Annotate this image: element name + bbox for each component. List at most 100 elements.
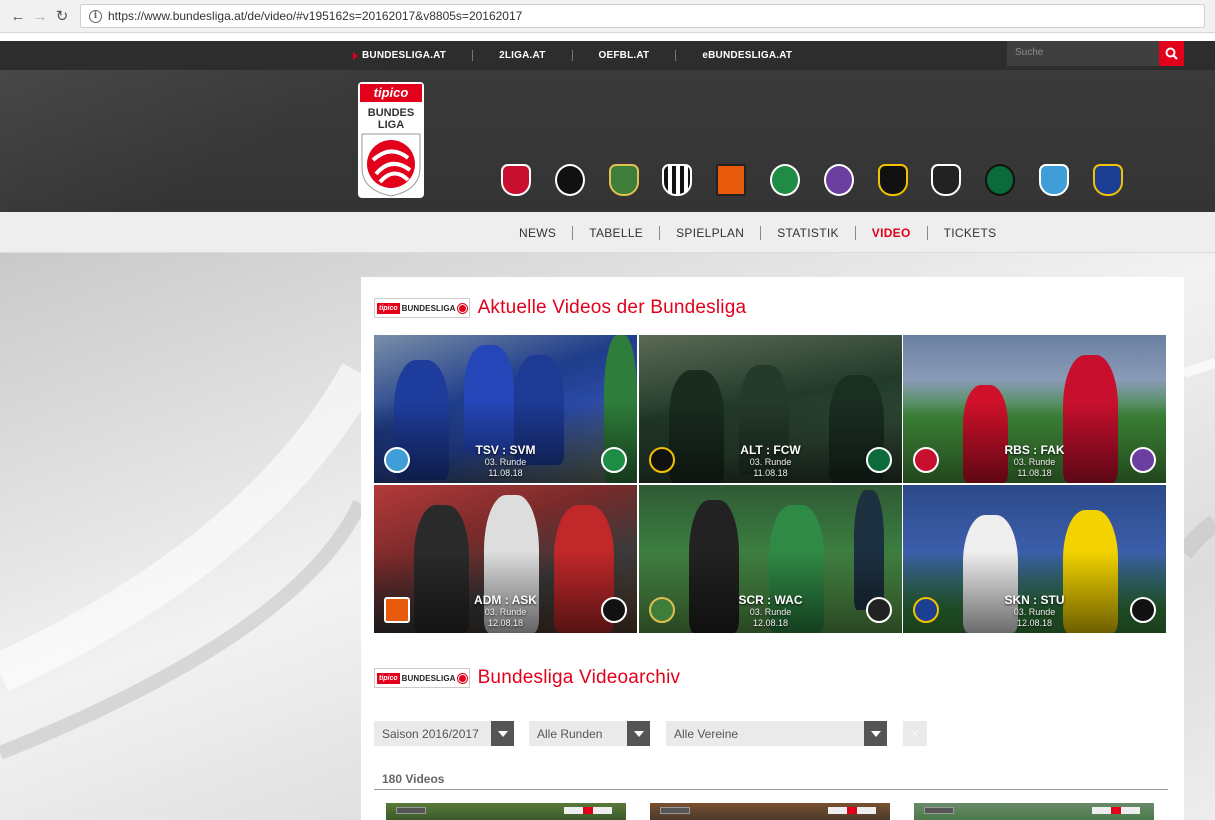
logo-brand: tipico — [374, 85, 409, 100]
score-overlay — [828, 807, 876, 814]
section-heading-archive: tipico BUNDESLIGA Bundesliga Videoarchiv — [374, 667, 680, 689]
info-icon[interactable]: i — [89, 9, 102, 23]
section-title: Bundesliga Videoarchiv — [477, 667, 681, 688]
club-crest-admira[interactable] — [711, 160, 751, 200]
club-crests — [496, 160, 1142, 200]
archive-thumbnail[interactable] — [386, 803, 626, 820]
match-label: RBS : FAK — [1004, 443, 1065, 457]
nav-statistik[interactable]: STATISTIK — [760, 225, 855, 240]
nav-news[interactable]: NEWS — [503, 226, 572, 240]
nav-tickets[interactable]: TICKETS — [926, 225, 1013, 240]
clubs-select-value: Alle Vereine — [674, 726, 739, 741]
clear-filter-button[interactable]: × — [903, 721, 927, 746]
date-label: 12.08.18 — [752, 618, 789, 628]
url-text: https://www.bundesliga.at/de/video/#v195… — [108, 9, 523, 23]
match-label: SCR : WAC — [738, 593, 803, 607]
nav-tabelle[interactable]: TABELLE — [572, 225, 659, 240]
broadcaster-logo — [396, 807, 426, 814]
season-select-value: Saison 2016/2017 — [382, 726, 479, 741]
club-crest-wacker[interactable] — [980, 160, 1020, 200]
video-tile[interactable]: ADM : ASK 03. Runde 12.08.18 — [374, 485, 637, 633]
date-label: 11.08.18 — [753, 468, 788, 478]
section-logo-brand: tipico — [377, 302, 400, 314]
section-logo-text: BUNDESLIGA — [401, 303, 456, 313]
round-label: 03. Runde — [484, 457, 527, 467]
ball-icon — [457, 673, 467, 683]
broadcaster-logo — [924, 807, 954, 814]
top-nav: BUNDESLIGA.AT 2LIGA.AT OEFBL.AT eBUNDESL… — [352, 41, 818, 70]
section-heading-latest: tipico BUNDESLIGA Aktuelle Videos der Bu… — [374, 297, 746, 319]
score-overlay — [564, 807, 612, 814]
chevron-down-icon[interactable] — [491, 721, 514, 746]
back-icon[interactable]: ← — [8, 6, 28, 26]
video-tile[interactable]: SKN : STU 03. Runde 12.08.18 — [903, 485, 1166, 633]
topnav-bundesliga[interactable]: BUNDESLIGA.AT — [352, 50, 472, 61]
site-header: tipico BUNDES LIGA — [0, 70, 1215, 212]
club-crest-salzburg[interactable] — [496, 160, 536, 200]
round-label: 03. Runde — [749, 607, 792, 617]
match-label: SKN : STU — [1004, 593, 1065, 607]
club-crest-sturm[interactable] — [550, 160, 590, 200]
address-bar[interactable]: i https://www.bundesliga.at/de/video/#v1… — [80, 4, 1205, 28]
topnav-ebundesliga[interactable]: eBUNDESLIGA.AT — [675, 50, 818, 61]
archive-thumbnail[interactable] — [914, 803, 1154, 820]
search-icon — [1165, 47, 1178, 60]
section-logo-brand: tipico — [377, 672, 400, 684]
browser-toolbar: ← → ↻ i https://www.bundesliga.at/de/vid… — [0, 0, 1215, 33]
video-tile[interactable]: ALT : FCW 03. Runde 11.08.18 — [639, 335, 902, 483]
match-label: ADM : ASK — [474, 593, 537, 607]
section-logo: tipico BUNDESLIGA — [374, 668, 470, 688]
score-overlay — [1092, 807, 1140, 814]
round-label: 03. Runde — [749, 457, 792, 467]
video-tile[interactable]: RBS : FAK 03. Runde 11.08.18 — [903, 335, 1166, 483]
video-tile[interactable]: SCR : WAC 03. Runde 12.08.18 — [639, 485, 902, 633]
section-logo: tipico BUNDESLIGA — [374, 298, 470, 318]
round-label: 03. Runde — [484, 607, 527, 617]
ball-icon — [457, 303, 467, 313]
date-label: 11.08.18 — [488, 468, 523, 478]
archive-thumbnail[interactable] — [650, 803, 890, 820]
topnav-oefbl[interactable]: OEFBL.AT — [571, 50, 676, 61]
round-label: 03. Runde — [1013, 607, 1056, 617]
divider — [374, 789, 1168, 790]
section-title: Aktuelle Videos der Bundesliga — [477, 297, 747, 318]
club-crest-rapid-green[interactable] — [765, 160, 805, 200]
archive-filters: Saison 2016/2017 Alle Runden Alle Verein… — [374, 721, 927, 746]
main-nav: NEWS TABELLE SPIELPLAN STATISTIK VIDEO T… — [0, 212, 1215, 253]
clubs-select[interactable]: Alle Vereine — [666, 721, 887, 746]
match-label: ALT : FCW — [740, 443, 801, 457]
rounds-select-value: Alle Runden — [537, 726, 603, 741]
forward-icon[interactable]: → — [30, 6, 50, 26]
bundesliga-logo[interactable]: tipico BUNDES LIGA — [358, 82, 424, 212]
club-crest-altach[interactable] — [873, 160, 913, 200]
topnav-2liga[interactable]: 2LIGA.AT — [472, 50, 571, 61]
rounds-select[interactable]: Alle Runden — [529, 721, 650, 746]
season-select[interactable]: Saison 2016/2017 — [374, 721, 514, 746]
logo-line1: BUNDES — [368, 107, 414, 119]
video-count: 180 Videos — [382, 772, 445, 786]
club-crest-austria[interactable] — [819, 160, 859, 200]
top-bar: BUNDESLIGA.AT 2LIGA.AT OEFBL.AT eBUNDESL… — [0, 41, 1215, 70]
video-tile[interactable]: TSV : SVM 03. Runde 11.08.18 — [374, 335, 637, 483]
broadcaster-logo — [660, 807, 690, 814]
nav-spielplan[interactable]: SPIELPLAN — [659, 225, 760, 240]
nav-video[interactable]: VIDEO — [854, 225, 927, 240]
club-crest-rapid[interactable] — [604, 160, 644, 200]
chevron-down-icon[interactable] — [627, 721, 650, 746]
club-crest-lask[interactable] — [657, 160, 697, 200]
logo-line2: LIGA — [378, 119, 404, 131]
search-input[interactable]: Suche — [1007, 41, 1159, 66]
search-button[interactable] — [1159, 41, 1184, 66]
section-logo-text: BUNDESLIGA — [401, 673, 456, 683]
round-label: 03. Runde — [1013, 457, 1056, 467]
reload-icon[interactable]: ↻ — [52, 6, 72, 26]
club-crest-wac[interactable] — [926, 160, 966, 200]
match-label: TSV : SVM — [475, 443, 536, 457]
date-label: 12.08.18 — [1016, 618, 1053, 628]
date-label: 12.08.18 — [487, 618, 524, 628]
club-crest-hartberg[interactable] — [1034, 160, 1074, 200]
date-label: 11.08.18 — [1017, 468, 1052, 478]
chevron-down-icon[interactable] — [864, 721, 887, 746]
club-crest-stpoelten[interactable] — [1088, 160, 1128, 200]
video-grid: TSV : SVM 03. Runde 11.08.18 ALT : FCW 0… — [374, 335, 1166, 633]
